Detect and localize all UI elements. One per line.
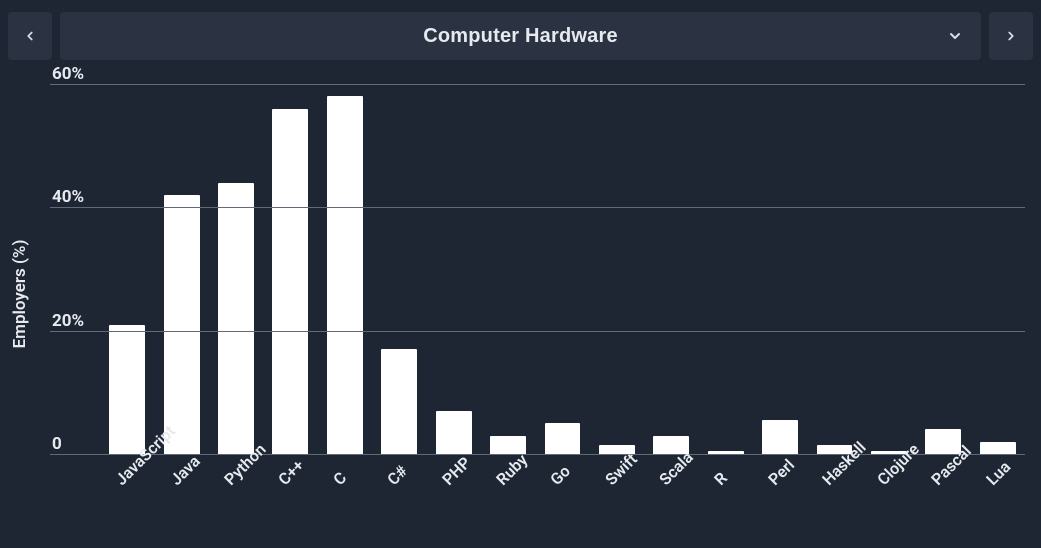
x-tick-label: PHP [438, 453, 474, 489]
x-tick-label: C++ [275, 456, 308, 489]
bar-chart: Employers (%) 020%40%60% JavaScriptJavaP… [8, 84, 1033, 544]
bar-slot [481, 84, 535, 454]
bar-slot [372, 84, 426, 454]
x-tick-label: Lua [982, 457, 1014, 489]
x-label-slot: R [698, 454, 752, 544]
x-tick-label: Java [166, 452, 203, 489]
bar[interactable] [762, 420, 798, 454]
chevron-down-icon [947, 28, 963, 44]
bar[interactable] [164, 195, 200, 454]
bar-slot [209, 84, 263, 454]
x-label-slot: Python [209, 454, 263, 544]
bars-container [100, 84, 1025, 454]
y-axis-label: Employers (%) [10, 240, 30, 349]
x-label-slot: Go [535, 454, 589, 544]
bar[interactable] [980, 442, 1016, 454]
x-axis-labels: JavaScript JavaPython C++ C C# PHPRuby Go Swift… [100, 454, 1025, 544]
x-tick-label: Scala [656, 448, 697, 489]
x-label-slot: Lua [971, 454, 1025, 544]
bar[interactable] [272, 109, 308, 454]
x-label-slot: C++ [263, 454, 317, 544]
grid-line [50, 84, 1025, 85]
x-tick-label: Perl [765, 455, 799, 489]
bar[interactable] [218, 183, 254, 454]
x-tick-label: Swift [601, 450, 640, 489]
prev-button[interactable] [8, 12, 52, 60]
x-tick-label: Ruby [492, 450, 531, 489]
bar-slot [535, 84, 589, 454]
x-tick-label: R [710, 468, 731, 489]
bar-slot [318, 84, 372, 454]
bar-slot [100, 84, 154, 454]
x-label-slot: PHP [426, 454, 480, 544]
chevron-left-icon [23, 29, 37, 43]
y-tick-label: 40% [52, 187, 84, 207]
x-tick-label: C [329, 468, 350, 489]
bar-slot [263, 84, 317, 454]
x-label-slot: Java [154, 454, 208, 544]
x-label-slot: Perl [753, 454, 807, 544]
bar[interactable] [545, 423, 581, 454]
bar-slot [971, 84, 1025, 454]
chart-header: Computer Hardware [8, 12, 1033, 60]
x-label-slot: C [318, 454, 372, 544]
bar-slot [644, 84, 698, 454]
bar-slot [590, 84, 644, 454]
x-tick-label: Go [547, 461, 575, 489]
chevron-right-icon [1004, 29, 1018, 43]
bar-slot [862, 84, 916, 454]
grid-line [50, 207, 1025, 208]
y-tick-label: 60% [52, 64, 84, 84]
bar-slot [426, 84, 480, 454]
x-label-slot: JavaScript [100, 454, 154, 544]
bar-slot [698, 84, 752, 454]
bar-slot [154, 84, 208, 454]
x-tick-label: C# [384, 461, 412, 489]
bar-slot [916, 84, 970, 454]
category-title: Computer Hardware [423, 25, 618, 48]
bar[interactable] [109, 325, 145, 455]
bar-slot [807, 84, 861, 454]
next-button[interactable] [989, 12, 1033, 60]
x-label-slot: Haskell [807, 454, 861, 544]
bar-slot [753, 84, 807, 454]
bar[interactable] [327, 96, 363, 454]
plot-area: 020%40%60% [50, 84, 1025, 454]
bar[interactable] [436, 411, 472, 454]
y-tick-label: 0 [52, 434, 62, 454]
category-selector[interactable]: Computer Hardware [60, 12, 981, 60]
x-label-slot: Scala [644, 454, 698, 544]
x-label-slot: Clojure [862, 454, 916, 544]
x-label-slot: C# [372, 454, 426, 544]
bar[interactable] [490, 436, 526, 455]
y-tick-label: 20% [52, 311, 84, 331]
x-label-slot: Ruby [481, 454, 535, 544]
bar[interactable] [381, 349, 417, 454]
x-label-slot: Pascal [916, 454, 970, 544]
grid-line [50, 331, 1025, 332]
x-label-slot: Swift [590, 454, 644, 544]
